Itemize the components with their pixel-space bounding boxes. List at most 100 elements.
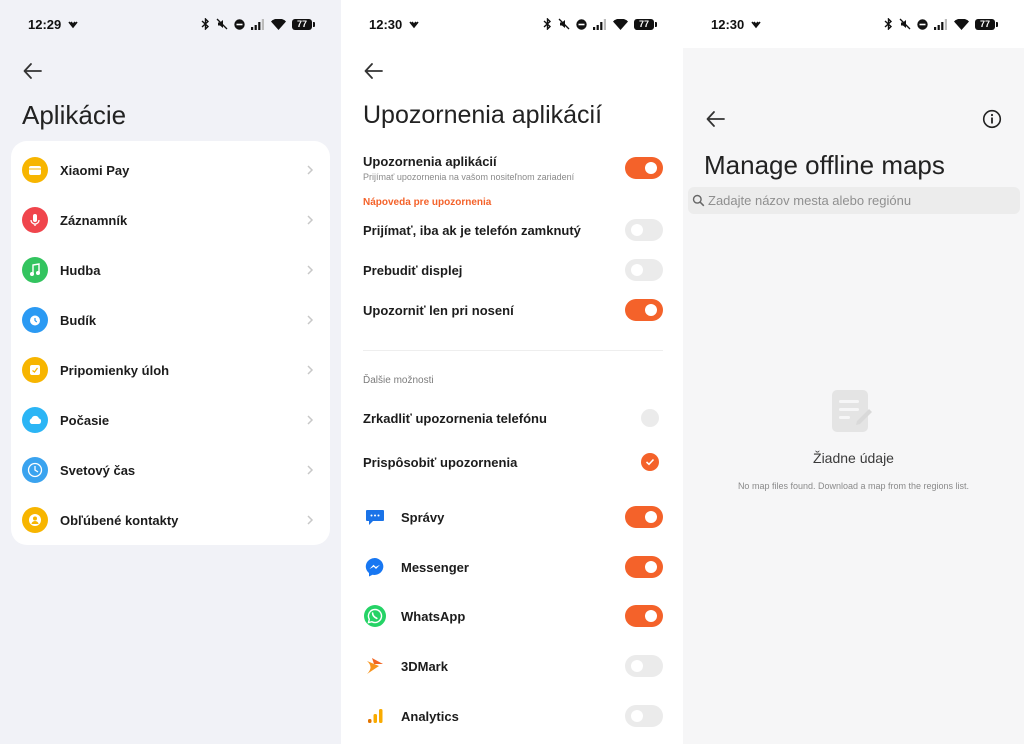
app-label: Xiaomi Pay (60, 162, 130, 178)
app-row-3dmark: 3DMark (363, 646, 663, 686)
battery-icon: 77 (634, 18, 657, 30)
list-item-weather[interactable]: Počasie (11, 395, 330, 445)
setting-description: Prijímať upozornenia na vašom nositeľnom… (363, 172, 575, 182)
section-header: Ďalšie možnosti (363, 375, 434, 386)
locked-only-toggle[interactable] (625, 219, 663, 241)
whatsapp-icon (363, 604, 387, 628)
bluetooth-icon (201, 18, 210, 30)
dnd-icon (576, 18, 587, 30)
chevron-right-icon (306, 413, 314, 431)
setting-label: Prijímať, iba ak je telefón zamknutý (363, 223, 581, 238)
battery-icon: 77 (292, 18, 315, 30)
arrow-left-icon (23, 63, 42, 79)
dnd-icon (917, 18, 928, 30)
wallet-icon (22, 157, 48, 183)
app-label: Pripomienky úloh (60, 362, 170, 378)
wifi-icon (954, 18, 969, 30)
notifications-help-link[interactable]: Nápoveda pre upozornenia (363, 197, 491, 208)
list-item-task-reminders[interactable]: Pripomienky úloh (11, 345, 330, 395)
status-bar: 12:30 77 (341, 0, 683, 48)
app-label: Hudba (60, 262, 101, 278)
setting-label: Upozornenia aplikácií (363, 154, 497, 169)
messenger-icon (363, 555, 387, 579)
arrow-left-icon (706, 111, 725, 127)
list-item-alarm[interactable]: Budík (11, 295, 330, 345)
mute-icon (558, 18, 570, 30)
check-icon (645, 458, 655, 466)
option-customize[interactable]: Prispôsobiť upozornenia (363, 451, 663, 473)
cellular-icon (251, 18, 265, 30)
chevron-right-icon (306, 213, 314, 231)
list-item-world-clock[interactable]: Svetový čas (11, 445, 330, 495)
page-title: Manage offline maps (704, 150, 945, 180)
setting-row-wake-screen: Prebudiť displej (363, 259, 663, 281)
music-icon (22, 257, 48, 283)
app-row-messages: Správy (363, 497, 663, 537)
chevron-right-icon (306, 513, 314, 531)
battery-icon: 77 (975, 18, 998, 30)
only-when-worn-toggle[interactable] (625, 299, 663, 321)
info-icon (982, 109, 1002, 129)
chevron-right-icon (306, 163, 314, 181)
list-item-favorite-contacts[interactable]: Obľúbené kontakty (11, 495, 330, 545)
mute-icon (899, 18, 911, 30)
status-bar: 12:29 77 (0, 0, 341, 48)
bluetooth-icon (543, 18, 552, 30)
app-label: Svetový čas (60, 462, 136, 478)
option-label: Prispôsobiť upozornenia (363, 455, 518, 470)
list-item-music[interactable]: Hudba (11, 245, 330, 295)
info-button[interactable] (982, 109, 1002, 129)
search-input[interactable] (708, 193, 1008, 208)
app-row-messenger: Messenger (363, 547, 663, 587)
chevron-right-icon (306, 363, 314, 381)
notifications-toggle[interactable] (625, 157, 663, 179)
status-time: 12:30 (711, 16, 745, 32)
app-label: Správy (401, 510, 445, 525)
setting-row-locked-only: Prijímať, iba ak je telefón zamknutý (363, 219, 663, 241)
option-label: Zrkadliť upozornenia telefónu (363, 411, 547, 426)
empty-document-icon (831, 389, 873, 433)
app-label: Počasie (60, 412, 110, 428)
app-label: Budík (60, 312, 97, 328)
back-button[interactable] (21, 59, 45, 83)
cellular-icon (593, 18, 607, 30)
chevron-right-icon (306, 463, 314, 481)
analytics-toggle[interactable] (625, 705, 663, 727)
app-label: Záznamník (60, 212, 128, 228)
arrow-left-icon (364, 63, 383, 79)
wake-screen-toggle[interactable] (625, 259, 663, 281)
list-item-recorder[interactable]: Záznamník (11, 195, 330, 245)
world-clock-icon (22, 457, 48, 483)
app-label: WhatsApp (401, 609, 466, 624)
messenger-toggle[interactable] (625, 556, 663, 578)
empty-state-message: No map files found. Download a map from … (737, 481, 970, 491)
chevron-right-icon (306, 263, 314, 281)
mute-icon (216, 18, 228, 30)
microphone-icon (22, 207, 48, 233)
messages-toggle[interactable] (625, 506, 663, 528)
offline-maps-screen: 12:30 77 Manage offline maps Zadajte náz… (683, 0, 1024, 744)
mirror-phone-radio[interactable] (641, 409, 659, 427)
app-label: Messenger (401, 560, 469, 575)
option-mirror-phone[interactable]: Zrkadliť upozornenia telefónu (363, 407, 663, 429)
main-notifications-setting: Upozornenia aplikácií Prijímať upozornen… (363, 152, 663, 186)
whatsapp-toggle[interactable] (625, 605, 663, 627)
signal-strength-icon (409, 19, 419, 29)
status-time: 12:29 (28, 16, 62, 32)
customize-radio[interactable] (641, 453, 659, 471)
divider (363, 350, 663, 351)
back-button[interactable] (362, 59, 386, 83)
status-time: 12:30 (369, 16, 403, 32)
setting-row-only-when-worn: Upozorniť len pri nosení (363, 299, 663, 321)
status-bar: 12:30 77 (683, 0, 1024, 48)
app-row-whatsapp: WhatsApp (363, 596, 663, 636)
list-item-xiaomi-pay[interactable]: Xiaomi Pay (11, 145, 330, 195)
wifi-icon (613, 18, 628, 30)
contact-icon (22, 507, 48, 533)
back-button[interactable] (704, 107, 728, 131)
apps-list: Xiaomi Pay Záznamník Hudba Budík Pripomi (11, 141, 330, 545)
search-bar (688, 187, 1020, 214)
chevron-right-icon (306, 313, 314, 331)
bluetooth-icon (884, 18, 893, 30)
3dmark-toggle[interactable] (625, 655, 663, 677)
